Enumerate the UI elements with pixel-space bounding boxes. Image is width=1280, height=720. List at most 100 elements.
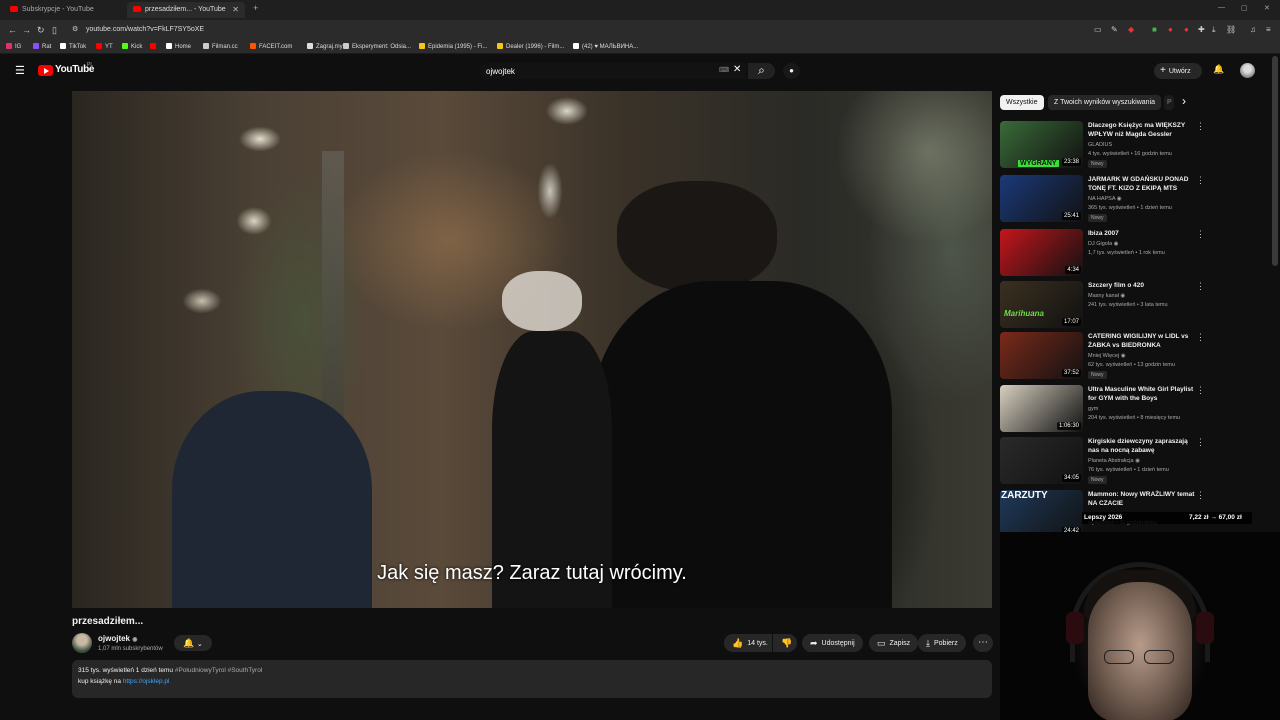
bookmark-item[interactable]: FACEIT.com [250, 42, 292, 52]
kebab-menu-icon[interactable]: ⋮ [1196, 229, 1205, 239]
video-thumbnail[interactable]: 4:34 [1000, 229, 1083, 276]
bookmark-item[interactable]: YT [96, 42, 113, 52]
video-player[interactable]: Jak się masz? Zaraz tutaj wrócimy. [72, 91, 992, 608]
bookmark-page-icon[interactable]: ▯ [52, 24, 57, 36]
recommendation-title[interactable]: Dlaczego Księżyc ma WIĘKSZY WPŁYW niż Ma… [1088, 121, 1196, 139]
video-thumbnail[interactable]: 1:06:30 [1000, 385, 1083, 432]
like-button[interactable]: 👍 14 tys. [724, 634, 772, 652]
dislike-button[interactable]: 👎 [773, 634, 797, 652]
recommendation-item[interactable]: 1:06:30 Ultra Masculine White Girl Playli… [1000, 385, 1205, 435]
close-tab-icon[interactable]: ✕ [232, 2, 239, 18]
recommendation-title[interactable]: Ultra Masculine White Girl Playlist for … [1088, 385, 1196, 403]
bookmark-item[interactable]: TikTok [60, 42, 86, 52]
browser-tab-active[interactable]: przesadziłem... - YouTube ✕ [127, 2, 245, 18]
kebab-menu-icon[interactable]: ⋮ [1196, 281, 1205, 291]
recommendation-channel[interactable]: Mniej Więcej ◉ [1088, 352, 1126, 360]
description-tags[interactable]: #PołudniowyTyrol #SouthTyrol [175, 667, 262, 674]
back-icon[interactable]: ← [8, 24, 17, 36]
extension-icon[interactable]: ● [1184, 24, 1189, 36]
chip-all[interactable]: Wszystkie [1000, 95, 1044, 110]
media-icon[interactable]: ♫ [1250, 24, 1256, 36]
kebab-menu-icon[interactable]: ⋮ [1196, 175, 1205, 185]
chip-next[interactable]: P [1164, 95, 1174, 110]
recommendation-channel[interactable]: Masny kanał ◉ [1088, 292, 1125, 300]
forward-icon[interactable]: → [22, 24, 31, 36]
reload-icon[interactable]: ↻ [37, 24, 45, 36]
new-tab-button[interactable]: + [253, 3, 258, 13]
subscription-bell-button[interactable]: 🔔 ⌄ [174, 635, 212, 651]
recommendation-channel[interactable]: GLADIUS [1088, 141, 1112, 149]
video-thumbnail[interactable]: ZARZUTY 24:42 [1000, 490, 1083, 537]
extensions-puzzle-icon[interactable]: ✚ [1198, 24, 1205, 36]
site-info-icon[interactable]: ⚙ [72, 24, 78, 36]
keyboard-icon[interactable]: ⌨ [719, 66, 729, 74]
link-icon[interactable]: ⛓ [1226, 24, 1236, 36]
window-close-icon[interactable]: ✕ [1264, 4, 1270, 12]
recommendation-channel[interactable]: gym [1088, 405, 1098, 413]
save-button[interactable]: ▭ Zapisz [869, 634, 919, 652]
extension-icon[interactable]: ● [1168, 24, 1173, 36]
brave-shield-icon[interactable]: ◆ [1128, 24, 1134, 36]
browser-tab[interactable]: Subskrypcje - YouTube [4, 2, 124, 18]
bookmark-item[interactable]: Eksperyment: Odsia... [343, 42, 411, 52]
maximize-icon[interactable]: ▢ [1241, 4, 1248, 12]
more-actions-button[interactable]: ⋯ [973, 634, 993, 652]
video-thumbnail[interactable]: 25:41 [1000, 175, 1083, 222]
video-thumbnail[interactable]: WYGRANY 23:38 [1000, 121, 1083, 168]
browser-menu-icon[interactable]: ≡ [1266, 24, 1271, 36]
recommendation-title[interactable]: Ibiza 2007 [1088, 229, 1196, 238]
recommendation-title[interactable]: CATERING WIGILIJNY w LIDL vs ŻABKA vs BI… [1088, 332, 1196, 350]
bookmark-item[interactable]: Dealer (1996) - Film... [497, 42, 564, 52]
share-button[interactable]: ➦ Udostępnij [802, 634, 863, 652]
recommendation-channel[interactable]: Planeta Abstrakcja ◉ [1088, 457, 1140, 465]
recommendation-item[interactable]: 25:41 JARMARK W GDAŃSKU PONAD TONĘ FT. KI… [1000, 175, 1205, 225]
bookmark-item[interactable]: Rat [33, 42, 51, 52]
recommendation-channel[interactable]: NA HAPSA ◉ [1088, 195, 1122, 203]
description-link[interactable]: https://ojsklep.pl [123, 678, 170, 685]
video-thumbnail[interactable]: 34:05 [1000, 437, 1083, 484]
chip-from-search[interactable]: Z Twoich wyników wyszukiwania [1048, 95, 1162, 110]
recommendation-title[interactable]: Kirgiskie dziewczyny zapraszają nas na n… [1088, 437, 1196, 455]
recommendation-item[interactable]: WYGRANY 23:38 Dlaczego Księżyc ma WIĘKSZY … [1000, 121, 1205, 171]
recommendation-item[interactable]: 34:05 Kirgiskie dziewczyny zapraszają nas… [1000, 437, 1205, 487]
channel-avatar[interactable] [72, 633, 92, 653]
recommendation-item[interactable]: Marihuana 17:07 Szczery film o 420 Masny ka… [1000, 281, 1205, 331]
recommendation-title[interactable]: Mammon: Nowy WRAŻLIWY temat NA CZACIE [1088, 490, 1196, 508]
download-button[interactable]: ⤓ Pobierz [918, 634, 966, 652]
clear-search-icon[interactable]: ✕ [733, 64, 741, 75]
recommendation-item[interactable]: 4:34 Ibiza 2007 DJ Gigola ◉ 1,7 tys. wyświe… [1000, 229, 1205, 279]
channel-name[interactable]: ojwojtek ◉ [98, 634, 138, 643]
description-box[interactable]: 315 tys. wyświetleń 1 dzień temu #Połudn… [72, 660, 992, 698]
bookmark-item[interactable]: Kick [122, 42, 142, 52]
account-avatar[interactable] [1240, 63, 1255, 78]
create-button[interactable]: + Utwórz [1154, 63, 1202, 79]
bookmark-item[interactable] [150, 42, 159, 52]
edit-icon[interactable]: ✎ [1111, 24, 1118, 36]
kebab-menu-icon[interactable]: ⋮ [1196, 121, 1205, 131]
search-input[interactable] [486, 64, 706, 78]
chevron-right-icon[interactable]: › [1182, 94, 1186, 108]
recommendation-item[interactable]: 37:52 CATERING WIGILIJNY w LIDL vs ŻABKA … [1000, 332, 1205, 382]
video-thumbnail[interactable]: Marihuana 17:07 [1000, 281, 1083, 328]
recommendation-title[interactable]: Szczery film o 420 [1088, 281, 1196, 290]
kebab-menu-icon[interactable]: ⋮ [1196, 490, 1205, 500]
page-scrollbar[interactable] [1272, 56, 1278, 266]
video-thumbnail[interactable]: 37:52 [1000, 332, 1083, 379]
recommendation-title[interactable]: JARMARK W GDAŃSKU PONAD TONĘ FT. KIZO Z … [1088, 175, 1196, 193]
recommendation-channel[interactable]: DJ Gigola ◉ [1088, 240, 1118, 248]
voice-search-button[interactable]: ● [783, 63, 800, 79]
minimize-icon[interactable]: — [1218, 4, 1225, 11]
download-icon[interactable]: ⤓ [1212, 24, 1216, 36]
kebab-menu-icon[interactable]: ⋮ [1196, 437, 1205, 447]
menu-icon[interactable]: ☰ [15, 64, 25, 77]
bookmark-item[interactable]: (42) ♥ МАЛЬВИНА... [573, 42, 638, 52]
bookmark-item[interactable]: IG [6, 42, 21, 52]
notifications-bell-icon[interactable]: 🔔 [1213, 64, 1224, 75]
extension-icon[interactable]: ■ [1152, 24, 1157, 36]
bookmark-item[interactable]: Filman.cc [203, 42, 238, 52]
bookmark-item[interactable]: Epidemia (1995) - Fi... [419, 42, 487, 52]
kebab-menu-icon[interactable]: ⋮ [1196, 332, 1205, 342]
kebab-menu-icon[interactable]: ⋮ [1196, 385, 1205, 395]
search-button[interactable]: ⌕ [748, 63, 775, 79]
bookmark-item[interactable]: Zagraj.my [307, 42, 343, 52]
